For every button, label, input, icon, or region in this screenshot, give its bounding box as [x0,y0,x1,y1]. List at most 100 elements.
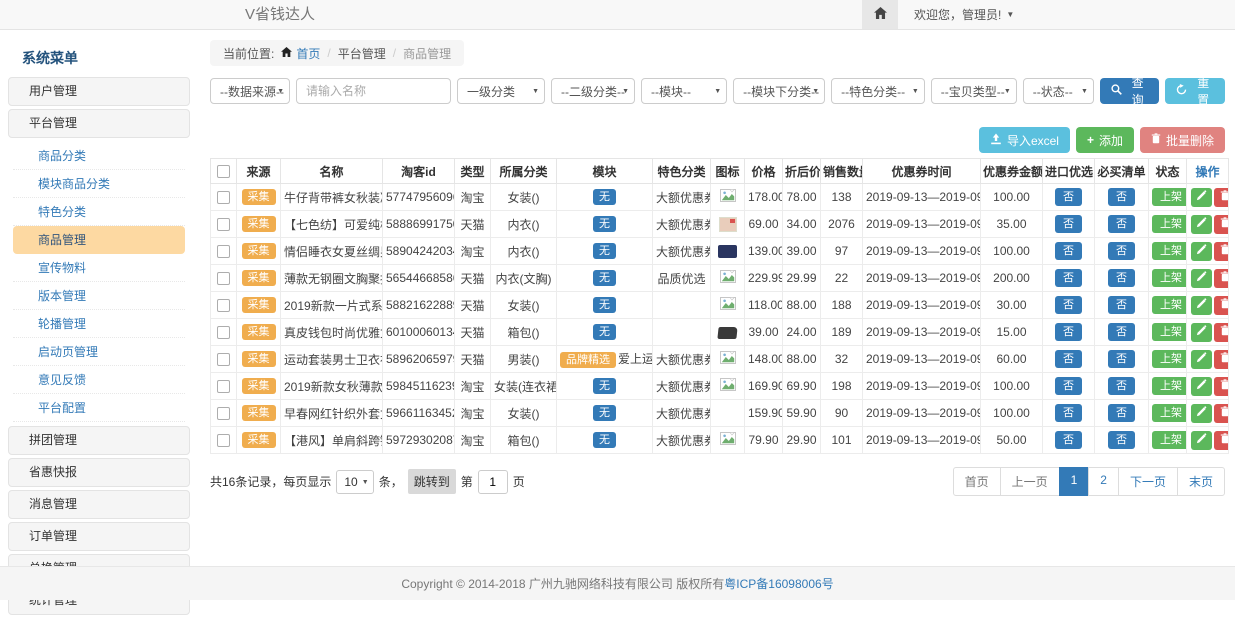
status-badge[interactable]: 上架 [1152,269,1187,288]
sidebar-group-拼团管理[interactable]: 拼团管理 [8,426,190,455]
row-checkbox[interactable] [217,353,230,366]
sidebar-item-轮播管理[interactable]: 轮播管理 [13,310,185,338]
edit-button[interactable] [1191,242,1212,261]
status-badge[interactable]: 上架 [1152,242,1187,261]
import-excel-button[interactable]: 导入excel [979,127,1070,153]
pager-item-上一页[interactable]: 上一页 [1000,467,1060,496]
level2-category-filter[interactable]: --二级分类--▼ [551,78,635,104]
status-badge[interactable]: 上架 [1152,377,1187,396]
breadcrumb-home-link[interactable]: 首页 [281,45,320,62]
sidebar-item-宣传物料[interactable]: 宣传物料 [13,254,185,282]
jump-button[interactable]: 跳转到 [408,469,456,494]
imported-toggle[interactable]: 否 [1055,269,1082,288]
pager-item-1[interactable]: 1 [1059,467,1090,496]
search-button[interactable]: 查询 [1100,78,1160,104]
sidebar-group-消息管理[interactable]: 消息管理 [8,490,190,519]
status-filter[interactable]: --状态--▼ [1023,78,1094,104]
sidebar-item-商品管理[interactable]: 商品管理 [13,226,185,254]
status-badge[interactable]: 上架 [1152,431,1187,450]
imported-toggle[interactable]: 否 [1055,404,1082,423]
user-menu[interactable]: 欢迎您，管理员! ▼ [914,6,1014,23]
add-button[interactable]: + 添加 [1076,127,1134,153]
row-checkbox[interactable] [217,245,230,258]
status-badge[interactable]: 上架 [1152,296,1187,315]
must-buy-toggle[interactable]: 否 [1108,404,1135,423]
row-checkbox[interactable] [217,407,230,420]
imported-toggle[interactable]: 否 [1055,296,1082,315]
icp-link[interactable]: 粤ICP备16098006号 [724,575,833,592]
edit-button[interactable] [1191,404,1212,423]
must-buy-toggle[interactable]: 否 [1108,242,1135,261]
sidebar-group-省惠快报[interactable]: 省惠快报 [8,458,190,487]
edit-button[interactable] [1191,269,1212,288]
row-checkbox[interactable] [217,326,230,339]
delete-button[interactable] [1214,296,1229,315]
imported-toggle[interactable]: 否 [1055,215,1082,234]
sidebar-group-订单管理[interactable]: 订单管理 [8,522,190,551]
feature-category-filter[interactable]: --特色分类--▼ [831,78,925,104]
imported-toggle[interactable]: 否 [1055,188,1082,207]
edit-button[interactable] [1191,188,1212,207]
sidebar-item-模块商品分类[interactable]: 模块商品分类 [13,170,185,198]
sidebar-group-平台管理[interactable]: 平台管理 [8,109,190,138]
sidebar-item-平台配置[interactable]: 平台配置 [13,394,185,422]
imported-toggle[interactable]: 否 [1055,242,1082,261]
delete-button[interactable] [1214,350,1229,369]
status-badge[interactable]: 上架 [1152,323,1187,342]
edit-button[interactable] [1191,296,1212,315]
must-buy-toggle[interactable]: 否 [1108,431,1135,450]
row-checkbox[interactable] [217,380,230,393]
delete-button[interactable] [1214,323,1229,342]
status-badge[interactable]: 上架 [1152,215,1187,234]
source-filter[interactable]: --数据来源--▼ [210,78,290,104]
row-checkbox[interactable] [217,218,230,231]
sidebar-item-版本管理[interactable]: 版本管理 [13,282,185,310]
sidebar-item-商品分类[interactable]: 商品分类 [13,142,185,170]
imported-toggle[interactable]: 否 [1055,377,1082,396]
name-search-input[interactable] [296,78,451,104]
pager-item-末页[interactable]: 末页 [1177,467,1225,496]
row-checkbox[interactable] [217,434,230,447]
sidebar-item-特色分类[interactable]: 特色分类 [13,198,185,226]
must-buy-toggle[interactable]: 否 [1108,296,1135,315]
delete-button[interactable] [1214,431,1229,450]
delete-button[interactable] [1214,215,1229,234]
reset-button[interactable]: 重置 [1165,78,1225,104]
status-badge[interactable]: 上架 [1152,188,1187,207]
status-badge[interactable]: 上架 [1152,404,1187,423]
delete-button[interactable] [1214,188,1229,207]
must-buy-toggle[interactable]: 否 [1108,188,1135,207]
sidebar-item-启动页管理[interactable]: 启动页管理 [13,338,185,366]
status-badge[interactable]: 上架 [1152,350,1187,369]
level1-category-filter[interactable]: 一级分类▼ [457,78,545,104]
delete-button[interactable] [1214,404,1229,423]
batch-delete-button[interactable]: 批量删除 [1140,127,1225,153]
edit-button[interactable] [1191,377,1212,396]
delete-button[interactable] [1214,377,1229,396]
imported-toggle[interactable]: 否 [1055,323,1082,342]
must-buy-toggle[interactable]: 否 [1108,323,1135,342]
edit-button[interactable] [1191,350,1212,369]
edit-button[interactable] [1191,431,1212,450]
row-checkbox[interactable] [217,191,230,204]
module-filter[interactable]: --模块--▼ [641,78,727,104]
row-checkbox[interactable] [217,299,230,312]
module-subcategory-filter[interactable]: --模块下分类--▼ [733,78,825,104]
imported-toggle[interactable]: 否 [1055,350,1082,369]
must-buy-toggle[interactable]: 否 [1108,377,1135,396]
pager-item-2[interactable]: 2 [1088,467,1119,496]
edit-button[interactable] [1191,215,1212,234]
select-all-checkbox[interactable] [217,165,230,178]
edit-button[interactable] [1191,323,1212,342]
must-buy-toggle[interactable]: 否 [1108,350,1135,369]
pager-item-下一页[interactable]: 下一页 [1118,467,1178,496]
delete-button[interactable] [1214,242,1229,261]
home-button[interactable] [862,0,898,29]
page-number-input[interactable] [478,470,508,494]
delete-button[interactable] [1214,269,1229,288]
per-page-select[interactable]: 10 ▼ [336,470,373,494]
row-checkbox[interactable] [217,272,230,285]
pager-item-首页[interactable]: 首页 [953,467,1001,496]
must-buy-toggle[interactable]: 否 [1108,215,1135,234]
imported-toggle[interactable]: 否 [1055,431,1082,450]
